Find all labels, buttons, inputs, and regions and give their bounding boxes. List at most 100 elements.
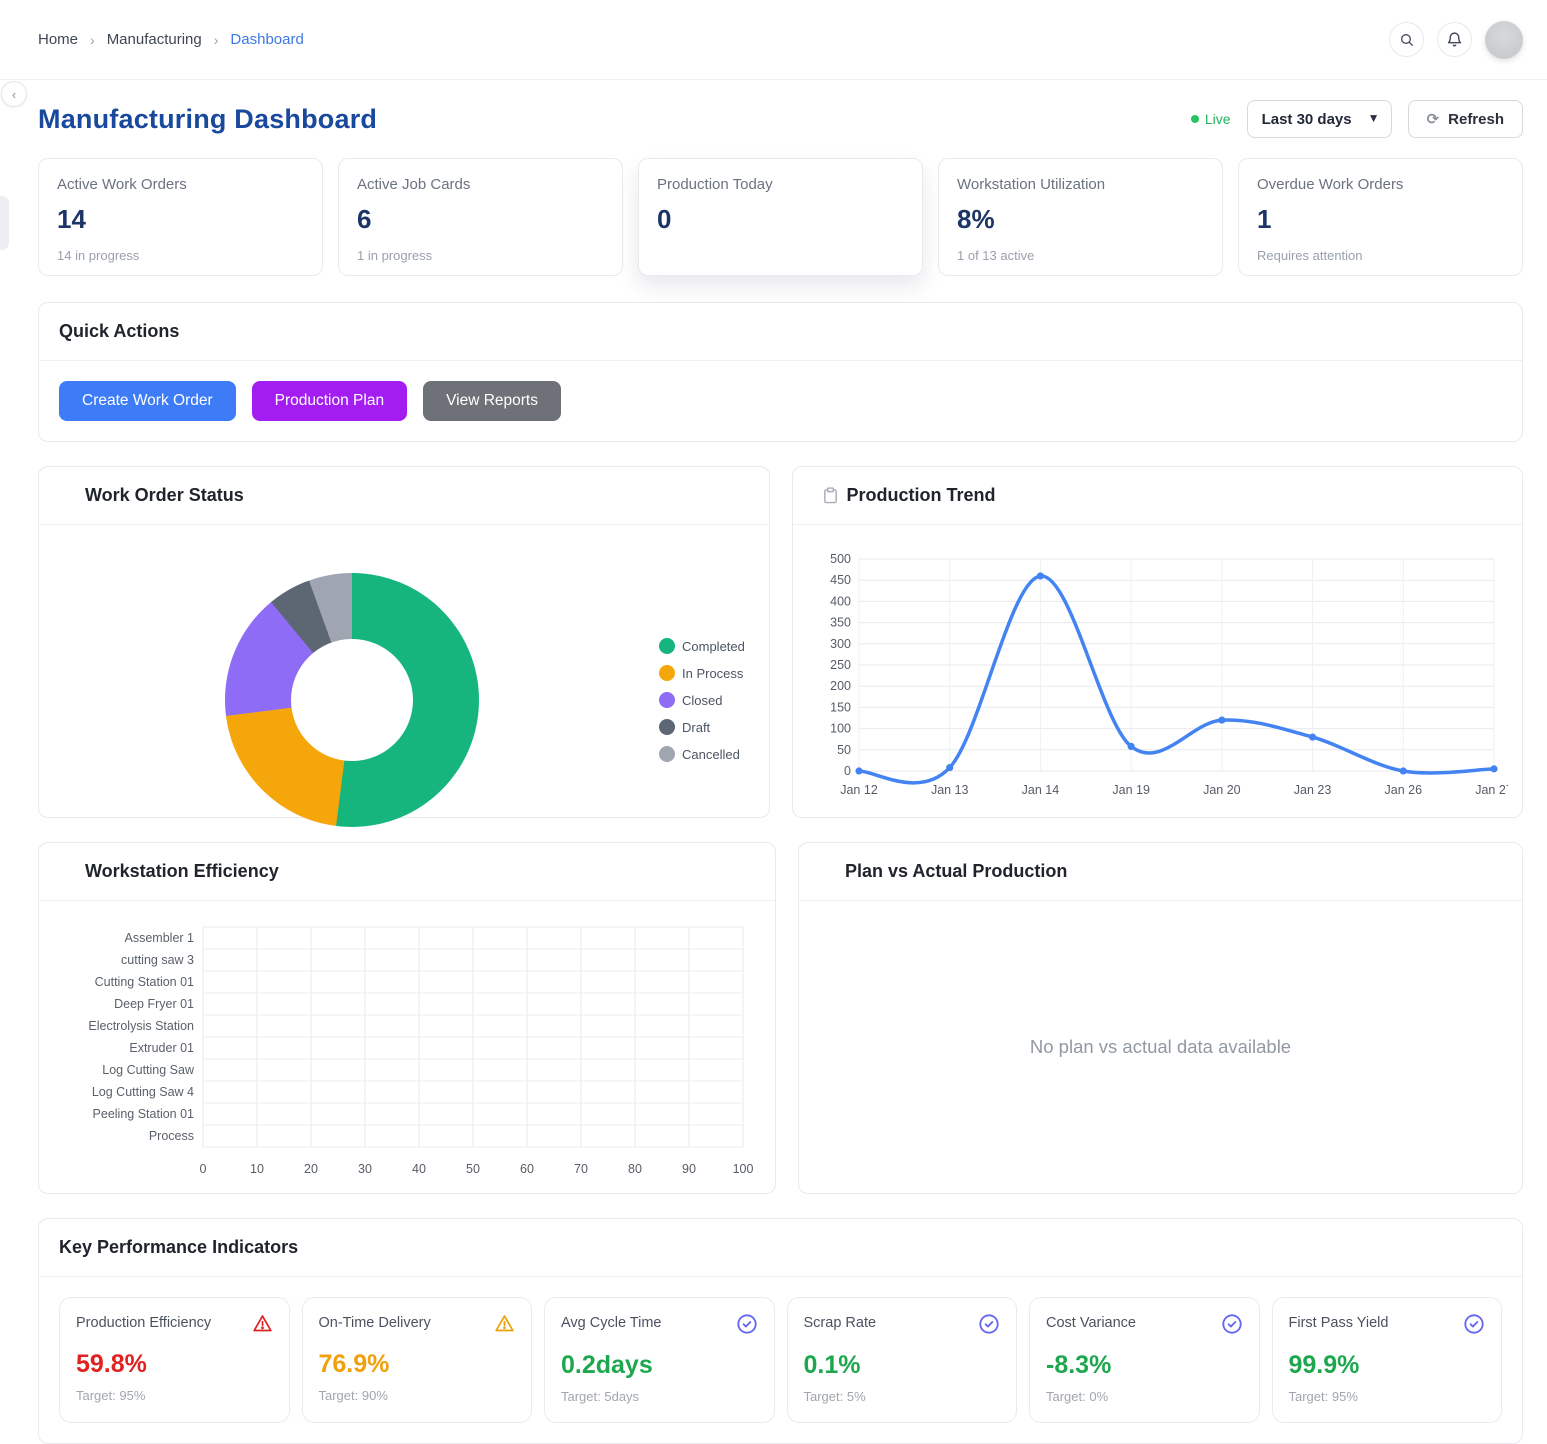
refresh-button[interactable]: ⟳ Refresh (1408, 100, 1523, 138)
y-axis: 050100150200250300350400450500 (830, 552, 1494, 778)
notifications-button[interactable] (1437, 22, 1472, 57)
data-point-marker[interactable] (855, 767, 862, 774)
legend-dot-icon (659, 719, 675, 735)
data-point-marker[interactable] (1218, 717, 1225, 724)
production-trend-chart[interactable]: 050100150200250300350400450500Jan 12Jan … (793, 525, 1523, 817)
kpi-card-top: Production Efficiency (76, 1313, 273, 1339)
work-order-status-title: Work Order Status (39, 467, 769, 525)
legend-label: Closed (682, 693, 722, 708)
sidebar-collapse-button[interactable]: ‹ (1, 81, 27, 107)
breadcrumb-item-dashboard: Dashboard (230, 31, 303, 48)
stat-value: 6 (357, 204, 604, 235)
x-tick-label: 0 (200, 1162, 207, 1176)
create-work-order-button[interactable]: Create Work Order (59, 381, 236, 421)
kpi-card: Scrap Rate0.1%Target: 5% (787, 1297, 1018, 1423)
stat-card: Active Work Orders1414 in progress (38, 158, 323, 276)
legend-item-closed[interactable]: Closed (659, 692, 745, 708)
check-circle-icon (1463, 1313, 1485, 1340)
donut-hole (291, 639, 413, 761)
kpi-card-top: Scrap Rate (804, 1313, 1001, 1340)
x-tick-label: 70 (574, 1162, 588, 1176)
x-tick-label: 100 (733, 1162, 754, 1176)
breadcrumb-separator-icon: › (90, 32, 95, 48)
legend-label: In Process (682, 666, 743, 681)
live-status: Live (1191, 111, 1231, 127)
kpi-row: Production Efficiency59.8%Target: 95%On-… (39, 1277, 1522, 1443)
charts-row-2: Workstation Efficiency 01020304050607080… (38, 842, 1523, 1194)
user-avatar[interactable] (1485, 21, 1523, 59)
legend-item-completed[interactable]: Completed (659, 638, 745, 654)
production-trend-title: Production Trend (847, 485, 996, 506)
stats-row: Active Work Orders1414 in progressActive… (38, 158, 1523, 276)
sidebar-edge-handle[interactable] (0, 196, 9, 250)
legend-label: Draft (682, 720, 710, 735)
stat-card: Overdue Work Orders1Requires attention (1238, 158, 1523, 276)
stat-card: Production Today0 (638, 158, 923, 276)
category-label: Electrolysis Station (88, 1019, 194, 1033)
data-point-marker[interactable] (946, 764, 953, 771)
warning-icon (494, 1313, 515, 1339)
refresh-icon: ⟳ (1427, 110, 1440, 128)
legend-item-in-process[interactable]: In Process (659, 665, 745, 681)
data-point-marker[interactable] (1308, 733, 1315, 740)
check-circle-icon (736, 1313, 758, 1340)
clipboard-icon (823, 487, 838, 504)
kpi-label: Avg Cycle Time (561, 1313, 661, 1331)
bell-icon (1446, 31, 1463, 48)
x-tick-label: 20 (304, 1162, 318, 1176)
data-point-marker[interactable] (1036, 572, 1043, 579)
y-tick-label: 400 (830, 594, 851, 608)
kpi-label: Scrap Rate (804, 1313, 877, 1331)
category-label: Deep Fryer 01 (114, 997, 194, 1011)
stat-subtitle: 1 in progress (357, 248, 604, 263)
x-tick-label: Jan 27 (1475, 783, 1508, 797)
y-tick-label: 200 (830, 679, 851, 693)
production-trend-svg: 050100150200250300350400450500Jan 12Jan … (809, 529, 1508, 815)
kpi-card: Cost Variance -8.3% Target: 0% (1029, 1297, 1260, 1423)
data-point-marker[interactable] (1399, 767, 1406, 774)
stat-value: 8% (957, 204, 1204, 235)
workstation-efficiency-chart[interactable]: 0102030405060708090100Assembler 1cutting… (39, 901, 775, 1193)
date-range-select[interactable]: Last 30 days (1247, 100, 1392, 138)
breadcrumb-item-home[interactable]: Home (38, 31, 78, 48)
charts-row-1: Work Order Status Completed In Process Clo… (38, 466, 1523, 818)
data-point-marker[interactable] (1490, 765, 1497, 772)
category-label: cutting saw 3 (121, 953, 194, 967)
kpi-section-title: Key Performance Indicators (39, 1219, 1522, 1277)
legend-item-draft[interactable]: Draft (659, 719, 745, 735)
category-label: Extruder 01 (129, 1041, 194, 1055)
work-order-status-card: Work Order Status Completed In Process Clo… (38, 466, 770, 818)
stat-card: Workstation Utilization8%1 of 13 active (938, 158, 1223, 276)
stat-label: Production Today (657, 176, 904, 193)
production-plan-button[interactable]: Production Plan (252, 381, 407, 421)
kpi-label: Cost Variance (1046, 1313, 1136, 1331)
y-tick-label: 300 (830, 637, 851, 651)
legend-item-cancelled[interactable]: Cancelled (659, 746, 745, 762)
page-header: Manufacturing Dashboard Live Last 30 day… (38, 96, 1523, 142)
y-tick-label: 150 (830, 700, 851, 714)
work-order-status-donut-chart[interactable] (225, 573, 479, 827)
refresh-label: Refresh (1448, 111, 1504, 128)
stat-subtitle: 1 of 13 active (957, 248, 1204, 263)
live-label: Live (1205, 111, 1231, 127)
y-tick-label: 250 (830, 658, 851, 672)
data-point-marker[interactable] (1127, 743, 1134, 750)
view-reports-button[interactable]: View Reports (423, 381, 561, 421)
kpi-card: Production Efficiency59.8%Target: 95% (59, 1297, 290, 1423)
stat-value: 14 (57, 204, 304, 235)
kpi-target: Target: 0% (1046, 1389, 1243, 1404)
main-content: Manufacturing Dashboard Live Last 30 day… (0, 96, 1547, 1444)
x-tick-label: Jan 13 (930, 783, 968, 797)
breadcrumb: Home › Manufacturing › Dashboard (38, 31, 304, 48)
kpi-card: On-Time Delivery76.9%Target: 90% (302, 1297, 533, 1423)
search-button[interactable] (1389, 22, 1424, 57)
kpi-card-top: Cost Variance (1046, 1313, 1243, 1340)
stat-label: Active Work Orders (57, 176, 304, 193)
y-tick-label: 100 (830, 722, 851, 736)
work-order-status-chart-body: Completed In Process Closed Draft Cancelled (39, 525, 769, 875)
breadcrumb-item-manufacturing[interactable]: Manufacturing (107, 31, 202, 48)
topbar: Home › Manufacturing › Dashboard (0, 0, 1547, 80)
kpi-card-top: First Pass Yield (1289, 1313, 1486, 1340)
stat-label: Active Job Cards (357, 176, 604, 193)
kpi-value: -8.3% (1046, 1351, 1243, 1380)
